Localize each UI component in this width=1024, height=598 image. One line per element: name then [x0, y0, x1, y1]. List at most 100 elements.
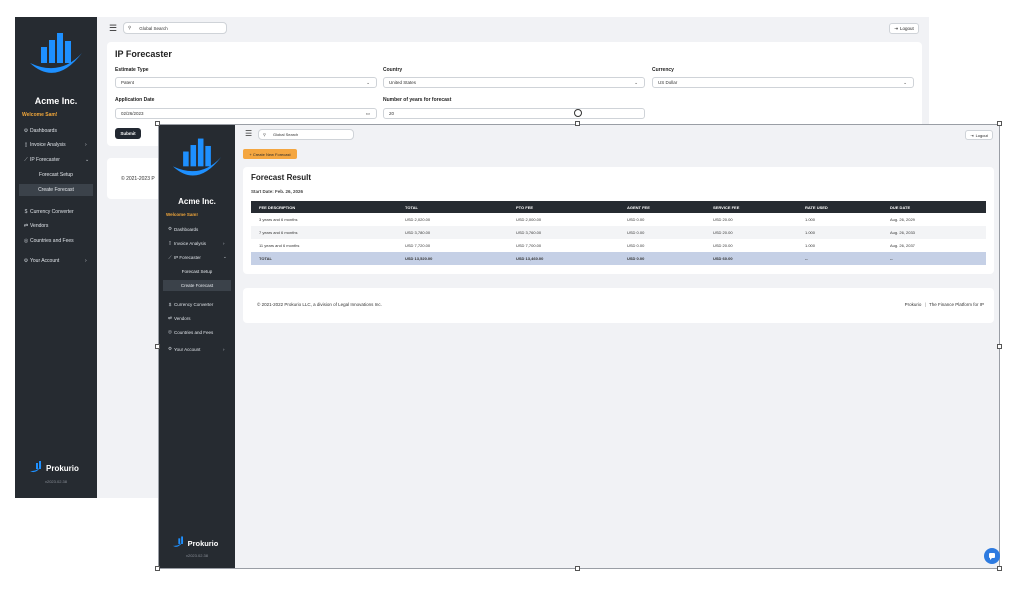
table-row: 7 years and 6 months USD 3,780.00 USD 3,… [251, 226, 986, 239]
sidebar-item-label: Invoice Analysis [174, 240, 207, 246]
resize-handle[interactable] [155, 121, 160, 126]
table-cell: USD 3,760.00 [508, 226, 619, 239]
copyright-text: © 2021-2022 Prokurio LLC, a division of … [257, 302, 382, 307]
company-name: Acme Inc. [34, 96, 78, 106]
sidebar-item-dashboards[interactable]: ⚙ Dashboards [15, 125, 97, 136]
chat-icon [989, 553, 995, 560]
prokurio-footer-logo: Prokurio [159, 536, 235, 550]
version-text: v2023.02.38 [185, 553, 209, 558]
sidebar-item-vendors[interactable]: ⇄ Vendors [159, 313, 235, 323]
column-header: FEE DESCRIPTION [251, 201, 397, 213]
sidebar-item-forecast-setup[interactable]: Forecast Setup [15, 170, 97, 181]
sidebar-item-countries-and-fees[interactable]: ◎ Countries and Fees [15, 235, 97, 246]
sidebar-item-create-forecast[interactable]: Create Forecast [163, 280, 231, 291]
chat-support-button[interactable] [984, 548, 1000, 564]
resize-handle[interactable] [997, 121, 1002, 126]
resize-handle[interactable] [155, 344, 160, 349]
table-cell: USD 13,460.00 [508, 252, 619, 265]
logout-button[interactable]: ⇥ Logout [965, 130, 993, 140]
submit-button[interactable]: Submit [115, 128, 141, 139]
table-cell: -- [797, 252, 882, 265]
sidebar-item-label: Dashboards [174, 226, 199, 232]
chevron-right-icon: › [85, 257, 87, 264]
page-title: IP Forecaster [115, 49, 172, 59]
sidebar-item-label: Countries and Fees [30, 237, 74, 244]
years-input[interactable]: 20 [383, 108, 645, 119]
footer-card: © 2021-2022 Prokurio LLC, a division of … [243, 288, 994, 323]
sidebar-item-invoice-analysis[interactable]: ▯ Invoice Analysis › [15, 139, 97, 150]
search-icon: ⚲ [128, 25, 132, 30]
chevron-down-icon: ⌄ [366, 79, 370, 85]
table-cell: 7 years and 6 months [251, 226, 397, 239]
country-value: United States [389, 80, 417, 85]
table-cell: USD 13,520.00 [397, 252, 508, 265]
chevron-down-icon: ⌄ [223, 254, 227, 259]
chevron-right-icon: › [223, 346, 225, 352]
user-icon: ⚙ [23, 257, 29, 264]
sidebar-item-vendors[interactable]: ⇄ Vendors [15, 220, 97, 231]
resize-handle[interactable] [155, 566, 160, 571]
sidebar-item-label: Vendors [30, 222, 49, 229]
logout-button[interactable]: ⇥ Logout [889, 23, 919, 34]
resize-handle[interactable] [997, 344, 1002, 349]
sidebar-item-create-forecast[interactable]: Create Forecast [19, 184, 93, 196]
table-cell: USD 7,720.00 [405, 243, 431, 248]
sidebar-item-label: Vendors [174, 315, 191, 321]
sidebar-item-dashboards[interactable]: ⚙ Dashboards [159, 224, 235, 234]
table-cell: Aug. 26, 2033 [882, 226, 986, 239]
version-text: v2023.02.38 [44, 479, 68, 484]
user-icon: ⚙ [167, 346, 173, 351]
table-header-row: FEE DESCRIPTION TOTAL PTO FEE AGENT FEE … [251, 201, 986, 213]
currency-label: Currency [652, 67, 674, 73]
table-cell: USD 0.00 [627, 217, 645, 222]
column-header: AGENT FEE [619, 201, 705, 213]
welcome-text: Welcome Sam! [166, 212, 198, 217]
company-logo [15, 27, 97, 81]
global-search-input[interactable]: ⚲ Global Search [123, 22, 227, 34]
estimate-type-label: Estimate Type [115, 67, 149, 73]
mouse-cursor-icon [574, 109, 582, 117]
resize-handle[interactable] [997, 566, 1002, 571]
sidebar-item-label: Your Account [30, 257, 60, 264]
search-placeholder: Global Search [272, 132, 299, 137]
sidebar-item-countries-and-fees[interactable]: ◎ Countries and Fees [159, 327, 235, 337]
footer-brand: Prokurio [188, 539, 219, 548]
company-name: Acme Inc. [178, 197, 216, 206]
sidebar-item-forecast-setup[interactable]: Forecast Setup [159, 267, 235, 277]
sidebar-item-label: IP Forecaster [30, 156, 60, 163]
resize-handle[interactable] [575, 566, 580, 571]
sidebar-item-ip-forecaster[interactable]: ⟋ IP Forecaster ⌄ [159, 252, 235, 262]
sidebar-item-invoice-analysis[interactable]: ▯ Invoice Analysis › [159, 238, 235, 248]
application-date-input[interactable]: 02/26/2023 ▭ [115, 108, 377, 119]
table-cell: USD 7,700.00 [516, 243, 542, 248]
file-icon: ▯ [24, 141, 28, 148]
search-placeholder: Global Search [139, 25, 168, 31]
estimate-type-select[interactable]: Patent ⌄ [115, 77, 377, 88]
footer-brand-link[interactable]: Prokurio [905, 302, 922, 307]
chevron-down-icon: ⌄ [634, 79, 638, 85]
table-cell: -- [882, 252, 986, 265]
create-new-forecast-button[interactable]: + Create New Forecast [243, 149, 297, 159]
global-search-input[interactable]: ⚲ Global Search [258, 129, 354, 140]
footer-brand: Prokurio [46, 464, 79, 473]
sidebar-item-your-account[interactable]: ⚙ Your Account › [159, 344, 235, 354]
sidebar-item-label: Currency Converter [30, 208, 74, 215]
menu-toggle-icon[interactable]: ☰ [245, 129, 252, 138]
sidebar-item-ip-forecaster[interactable]: ⟋ IP Forecaster ⌄ [15, 154, 97, 165]
sidebar: Acme Inc. Welcome Sam! ⚙ Dashboards ▯ In… [159, 125, 235, 568]
total-row: TOTAL USD 13,520.00 USD 13,460.00 USD 0.… [251, 252, 986, 265]
estimate-type-value: Patent [121, 80, 135, 85]
sidebar-item-currency-converter[interactable]: $ Currency Converter [159, 299, 235, 309]
sidebar-item-label: Invoice Analysis [30, 141, 66, 148]
sidebar-item-your-account[interactable]: ⚙ Your Account › [15, 255, 97, 266]
country-select[interactable]: United States ⌄ [383, 77, 645, 88]
sidebar-item-currency-converter[interactable]: $ Currency Converter [15, 206, 97, 217]
currency-select[interactable]: US Dollar ⌄ [652, 77, 914, 88]
globe-icon: ◎ [23, 237, 29, 244]
chevron-down-icon: ⌄ [903, 79, 907, 85]
copyright-text: © 2021-2023 P [121, 176, 155, 182]
column-header: RATE USED [797, 201, 882, 213]
resize-handle[interactable] [575, 121, 580, 126]
table-cell: USD 2,000.00 [516, 217, 542, 222]
menu-toggle-icon[interactable]: ☰ [109, 23, 117, 34]
